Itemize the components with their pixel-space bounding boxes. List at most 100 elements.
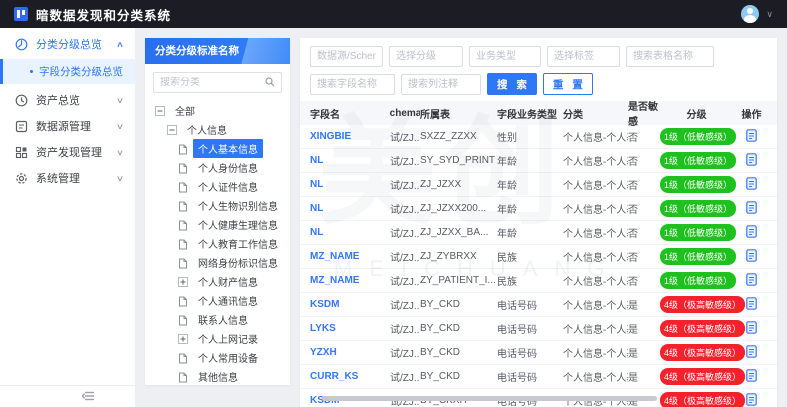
tree-node-0[interactable]: 全部: [145, 101, 290, 120]
datasource-schema-select[interactable]: [310, 46, 383, 67]
collapse-icon[interactable]: [155, 105, 165, 116]
level-cell: 1级（低敏感级）: [660, 224, 737, 241]
category-cell: 个人信息-个人基本...: [563, 349, 628, 360]
table-header-row: 字段名 Schema所属表 字段业务类型分类 是否敏感 分级 操作: [300, 101, 777, 128]
sensitive-cell: 是: [628, 349, 638, 360]
field-name-search-input[interactable]: [310, 73, 395, 95]
detail-icon[interactable]: [746, 128, 757, 142]
app-logo-icon: [14, 7, 28, 21]
tree-node-9[interactable]: 个人财产信息: [145, 272, 290, 291]
sidebar-item-3[interactable]: 资产发现管理 ∨: [0, 139, 135, 165]
file-icon[interactable]: [178, 315, 188, 325]
detail-icon[interactable]: [746, 152, 757, 166]
file-icon[interactable]: [178, 353, 188, 363]
biz-type-cell: 民族: [497, 277, 517, 288]
table-row: NL试/ZJ...ZJ_JZXX_BA... 年龄 个人信息-个人基本...否 1级（…: [300, 221, 777, 245]
table-cell: ZY_PATIENT_I...: [420, 275, 496, 286]
field-name-link[interactable]: YZXH: [300, 347, 390, 358]
field-name-link[interactable]: MZ_NAME: [300, 251, 390, 262]
table-row: YZXH试/ZJ...BY_CKD 电话号码 个人信息-个人基本...是 4级（极高敏…: [300, 341, 777, 365]
sidebar-item-0[interactable]: 分类分级总览 ∧: [0, 31, 135, 57]
tree-node-5[interactable]: 个人生物识别信息: [145, 196, 290, 215]
file-icon[interactable]: [178, 182, 188, 192]
tree-node-10[interactable]: 个人通讯信息: [145, 291, 290, 310]
search-icon[interactable]: [265, 74, 275, 92]
field-name-link[interactable]: CURR_KS: [300, 371, 390, 382]
detail-icon[interactable]: [746, 296, 757, 310]
file-icon[interactable]: [178, 239, 188, 249]
business-type-select[interactable]: [469, 46, 541, 67]
operation-cell: [733, 224, 770, 241]
tree-node-8[interactable]: 网络身份标识信息: [145, 253, 290, 272]
biz-type-cell: 电话号码: [497, 373, 537, 384]
file-icon[interactable]: [178, 296, 188, 306]
field-name-link[interactable]: KSDM: [300, 299, 390, 310]
tree-node-6[interactable]: 个人健康生理信息: [145, 215, 290, 234]
level-select[interactable]: [389, 46, 463, 67]
field-name-link[interactable]: XINGBIE: [300, 131, 390, 142]
detail-icon[interactable]: [746, 224, 757, 238]
tree-node-1[interactable]: 个人信息: [145, 120, 290, 139]
sidebar-item-4[interactable]: 系统管理 ∨: [0, 165, 135, 191]
tree-node-label: 个人基本信息: [193, 139, 263, 158]
reset-button[interactable]: 重 置: [542, 73, 593, 95]
field-name-link[interactable]: NL: [300, 155, 390, 166]
expand-icon[interactable]: [178, 276, 188, 287]
field-name-link[interactable]: LYKS: [300, 323, 390, 334]
file-icon[interactable]: [178, 372, 188, 382]
search-button[interactable]: 搜 索: [487, 73, 537, 95]
category-cell: 个人信息-个人基本...: [563, 181, 628, 192]
tree-panel-title: 分类分级标准名称: [145, 38, 290, 64]
tree-search-input[interactable]: [160, 77, 265, 88]
detail-icon[interactable]: [746, 368, 757, 382]
tree-node-label: 其他信息: [198, 373, 238, 384]
column-comment-search-input[interactable]: [401, 73, 481, 95]
tree-node-11[interactable]: 联系人信息: [145, 310, 290, 329]
field-name-link[interactable]: MZ_NAME: [300, 275, 390, 286]
category-cell: 个人信息-个人基本...: [563, 157, 628, 168]
table-name-search-input[interactable]: [626, 46, 714, 67]
collapse-icon[interactable]: [167, 124, 177, 135]
sidebar-collapse-icon[interactable]: [81, 388, 94, 406]
tree-node-13[interactable]: 个人常用设备: [145, 348, 290, 367]
user-menu-chevron-icon[interactable]: ∨: [766, 9, 773, 20]
tree-node-3[interactable]: 个人身份信息: [145, 158, 290, 177]
tree-node-12[interactable]: 个人上网记录: [145, 329, 290, 348]
expand-icon[interactable]: [178, 333, 188, 344]
detail-icon[interactable]: [746, 248, 757, 262]
user-avatar[interactable]: [741, 5, 760, 23]
operation-cell: [733, 200, 770, 217]
biz-type-cell: 电话号码: [497, 349, 537, 360]
detail-icon[interactable]: [746, 392, 757, 406]
sidebar-item-2[interactable]: 数据源管理 ∨: [0, 113, 135, 139]
schema-cell: 试/ZJ...: [390, 301, 420, 312]
field-name-link[interactable]: NL: [300, 179, 390, 190]
tree-node-7[interactable]: 个人教育工作信息: [145, 234, 290, 253]
detail-icon[interactable]: [746, 200, 757, 214]
file-icon[interactable]: [178, 220, 188, 230]
field-name-link[interactable]: NL: [300, 203, 390, 214]
column-header-3: 字段业务类型: [497, 109, 557, 121]
field-name-link[interactable]: NL: [300, 227, 390, 238]
tree-node-14[interactable]: 其他信息: [145, 367, 290, 386]
detail-icon[interactable]: [746, 272, 757, 286]
horizontal-scrollbar[interactable]: [322, 396, 657, 401]
sidebar-item-1[interactable]: 资产总览 ∨: [0, 87, 135, 113]
sidebar-item-label: 系统管理: [36, 173, 80, 185]
tree-node-2[interactable]: 个人基本信息: [145, 139, 290, 158]
detail-icon[interactable]: [746, 176, 757, 190]
file-icon[interactable]: [178, 144, 188, 154]
file-icon[interactable]: [178, 258, 188, 268]
table-cell: BY_CKD: [420, 371, 461, 382]
schema-cell: 试/ZJ...: [390, 157, 420, 168]
file-icon[interactable]: [178, 163, 188, 173]
biz-type-cell: 年龄: [497, 157, 517, 168]
tree-node-4[interactable]: 个人证件信息: [145, 177, 290, 196]
file-icon[interactable]: [178, 201, 188, 211]
operation-cell: [733, 392, 770, 407]
table-cell: BY_CKD: [420, 323, 461, 334]
detail-icon[interactable]: [746, 320, 757, 334]
detail-icon[interactable]: [746, 344, 757, 358]
sidebar-subitem-field-overview[interactable]: 字段分类分级总览: [0, 59, 135, 84]
tag-select[interactable]: [547, 46, 620, 67]
